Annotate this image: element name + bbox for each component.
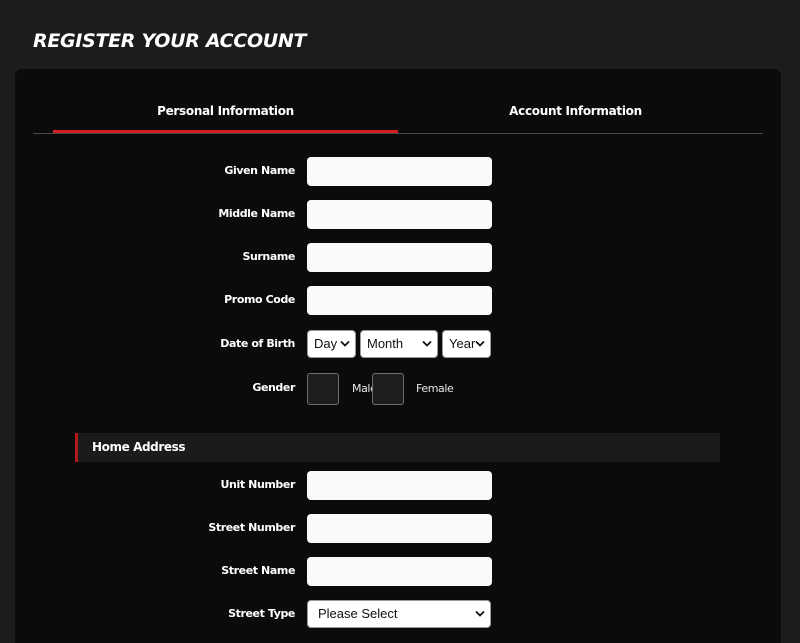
active-tab-indicator: [53, 130, 398, 133]
chevron-down-icon: [340, 340, 350, 347]
gender-male-checkbox[interactable]: [307, 373, 339, 405]
dob-day-select[interactable]: Day: [307, 330, 356, 358]
middle-name-input[interactable]: [307, 200, 492, 229]
registration-panel: Personal Information Account Information…: [15, 69, 781, 643]
given-name-input[interactable]: [307, 157, 492, 186]
unit-number-row: Unit Number: [15, 470, 781, 500]
dob-year-select[interactable]: Year: [442, 330, 491, 358]
street-name-row: Street Name: [15, 556, 781, 586]
surname-row: Surname: [15, 242, 781, 272]
middle-name-label: Middle Name: [218, 207, 295, 220]
promo-code-input[interactable]: [307, 286, 492, 315]
home-address-section-header: Home Address: [75, 433, 720, 462]
dob-month-select[interactable]: Month: [360, 330, 438, 358]
gender-female-label: Female: [416, 382, 454, 395]
street-name-input[interactable]: [307, 557, 492, 586]
street-type-select[interactable]: Please Select: [307, 600, 491, 628]
surname-label: Surname: [242, 250, 295, 263]
chevron-down-icon: [475, 610, 485, 617]
promo-code-row: Promo Code: [15, 285, 781, 315]
surname-input[interactable]: [307, 243, 492, 272]
gender-label: Gender: [252, 381, 295, 394]
middle-name-row: Middle Name: [15, 199, 781, 229]
street-number-label: Street Number: [208, 521, 295, 534]
chevron-down-icon: [475, 340, 485, 347]
date-of-birth-row: Date of Birth Day Month Year: [15, 329, 781, 359]
dob-day-value: Day: [314, 336, 338, 351]
street-type-value: Please Select: [318, 606, 398, 621]
register-page: REGISTER YOUR ACCOUNT Personal Informati…: [0, 0, 800, 643]
tab-personal-information[interactable]: Personal Information: [53, 97, 398, 134]
dob-month-value: Month: [367, 336, 404, 351]
registration-tabs: Personal Information Account Information: [33, 97, 763, 134]
street-number-input[interactable]: [307, 514, 492, 543]
home-address-title: Home Address: [92, 440, 186, 454]
street-name-label: Street Name: [221, 564, 295, 577]
given-name-row: Given Name: [15, 156, 781, 186]
gender-female-checkbox[interactable]: [372, 373, 404, 405]
chevron-down-icon: [422, 340, 432, 347]
tab-account-information[interactable]: Account Information: [398, 97, 753, 134]
street-type-row: Street Type Please Select: [15, 599, 781, 629]
unit-number-input[interactable]: [307, 471, 492, 500]
given-name-label: Given Name: [224, 164, 295, 177]
street-type-label: Street Type: [228, 607, 295, 620]
dob-year-value: Year: [449, 336, 476, 351]
gender-row: Gender Male Female: [15, 373, 781, 405]
unit-number-label: Unit Number: [220, 478, 296, 491]
street-number-row: Street Number: [15, 513, 781, 543]
promo-code-label: Promo Code: [224, 293, 295, 306]
page-title: REGISTER YOUR ACCOUNT: [33, 30, 307, 52]
date-of-birth-label: Date of Birth: [220, 337, 295, 350]
